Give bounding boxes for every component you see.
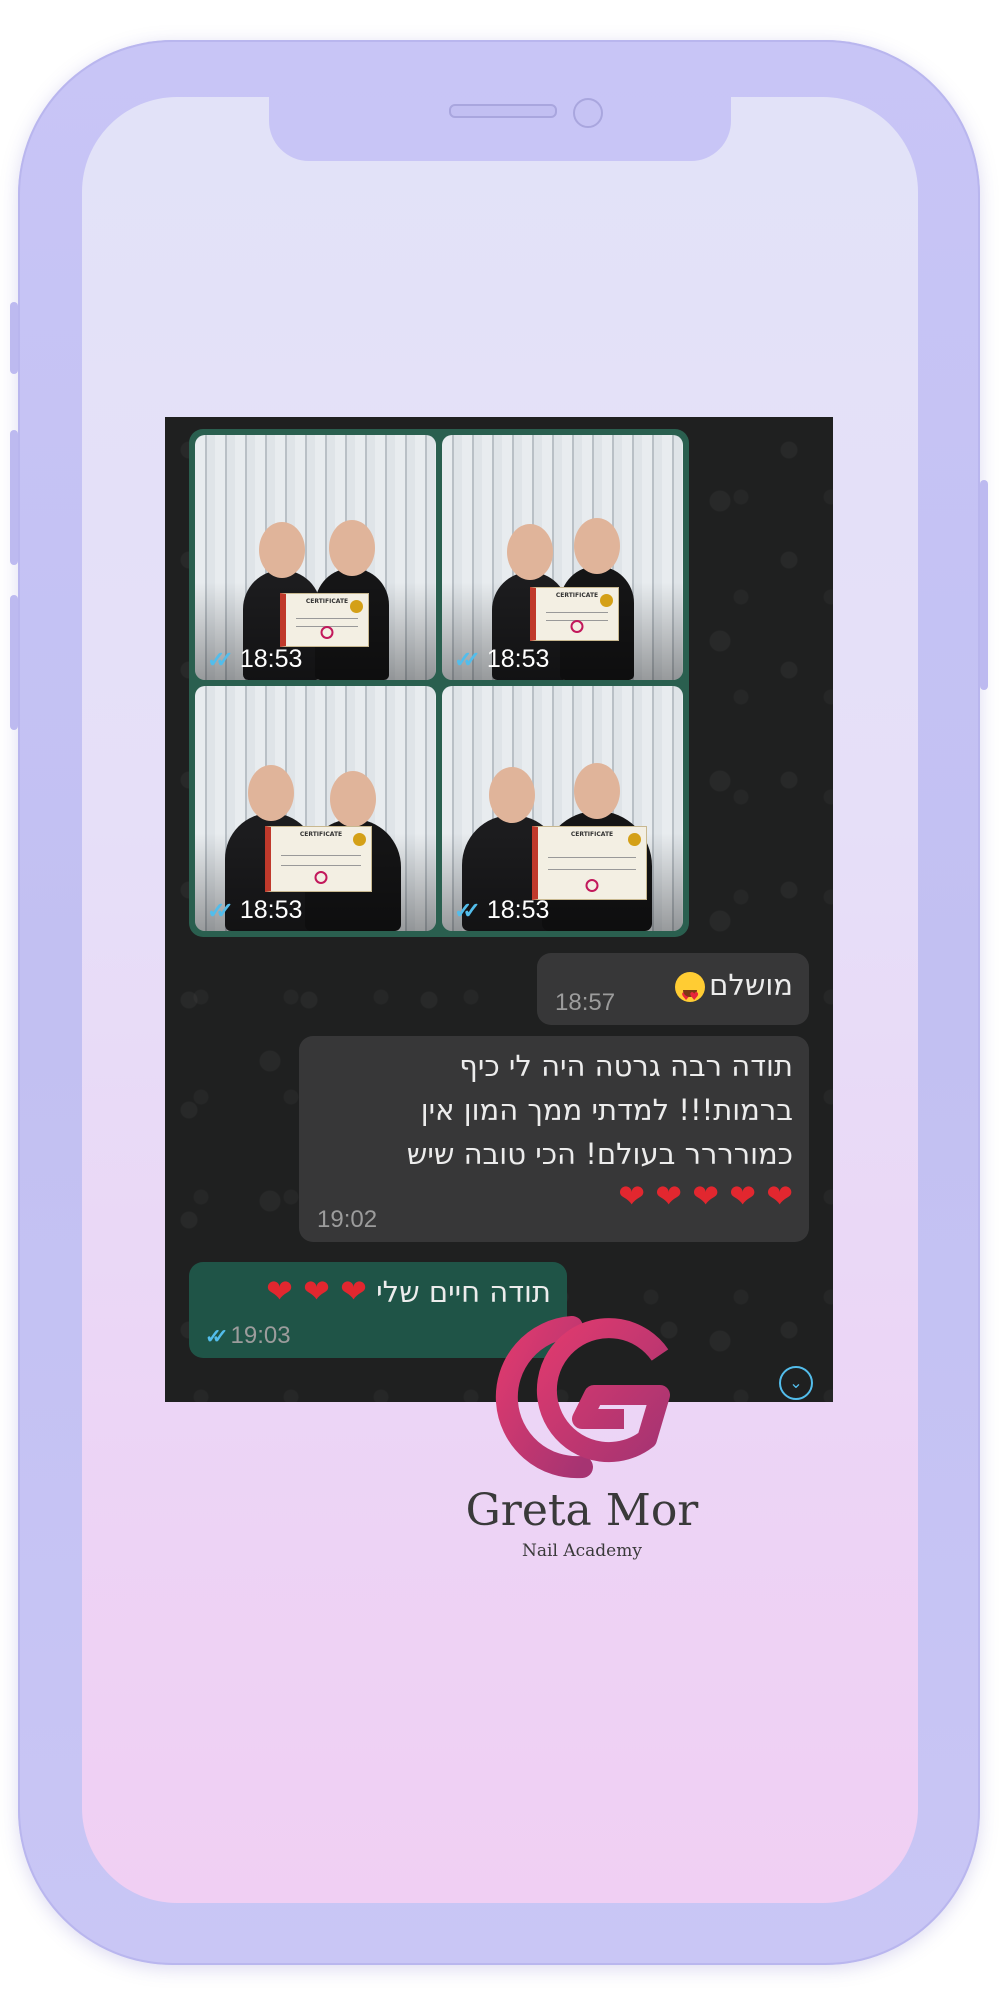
double-check-icon: ✓✓ — [207, 646, 234, 672]
incoming-message-1[interactable]: מושלם 18:57 — [537, 953, 809, 1025]
double-check-icon: ✓✓ — [205, 1325, 228, 1348]
brand-subtitle: Nail Academy — [522, 1541, 642, 1561]
message-text: מושלם — [671, 963, 793, 1019]
photo-album[interactable]: CERTIFICATE ✓✓ 18:53 CERTIFICATE ✓✓ 18:5… — [189, 429, 689, 937]
double-check-icon: ✓✓ — [454, 646, 481, 672]
chevron-down-icon[interactable]: ⌄ — [779, 1366, 813, 1400]
volume-down-button — [10, 595, 18, 730]
double-check-icon: ✓✓ — [454, 897, 481, 923]
photo-4[interactable]: CERTIFICATE ✓✓ 18:53 — [442, 686, 683, 931]
heart-eyes-emoji-icon — [675, 972, 706, 1019]
double-check-icon: ✓✓ — [207, 897, 234, 923]
phone-screen: CERTIFICATE ✓✓ 18:53 CERTIFICATE ✓✓ 18:5… — [82, 97, 918, 1903]
certificate-image: CERTIFICATE — [265, 826, 372, 892]
volume-up-button — [10, 430, 18, 565]
power-button — [980, 480, 988, 690]
brand-name: Greta Mor — [465, 1485, 699, 1536]
photo-timestamp: ✓✓ 18:53 — [207, 645, 303, 673]
hearts-emoji-icon: ❤ ❤ ❤ — [266, 1272, 367, 1310]
front-camera — [573, 98, 603, 128]
photo-2[interactable]: CERTIFICATE ✓✓ 18:53 — [442, 435, 683, 680]
notch — [269, 97, 731, 161]
certificate-image: CERTIFICATE — [532, 826, 647, 900]
photo-timestamp: ✓✓ 18:53 — [207, 896, 303, 924]
message-time: ✓✓ 19:03 — [205, 1322, 291, 1349]
incoming-message-2[interactable]: תודה רבה גרטה היה לי כיף ברמות!!! למדתי … — [299, 1036, 809, 1242]
certificate-image: CERTIFICATE — [280, 593, 369, 647]
certificate-image: CERTIFICATE — [530, 587, 619, 641]
message-text: תודה רבה גרטה היה לי כיף ברמות!!! למדתי … — [406, 1049, 793, 1215]
speaker-grille — [449, 104, 557, 118]
photo-1[interactable]: CERTIFICATE ✓✓ 18:53 — [195, 435, 436, 680]
photo-timestamp: ✓✓ 18:53 — [454, 645, 550, 673]
photo-3[interactable]: CERTIFICATE ✓✓ 18:53 — [195, 686, 436, 931]
message-time: 19:02 — [317, 1206, 378, 1233]
message-time: 18:57 — [555, 989, 616, 1016]
hearts-emoji-icon: ❤ ❤ ❤ ❤ ❤ — [618, 1177, 793, 1215]
greta-mor-logo-icon — [495, 1316, 670, 1479]
photo-timestamp: ✓✓ 18:53 — [454, 896, 550, 924]
chat-screenshot: CERTIFICATE ✓✓ 18:53 CERTIFICATE ✓✓ 18:5… — [165, 417, 833, 1402]
side-button — [10, 302, 18, 374]
